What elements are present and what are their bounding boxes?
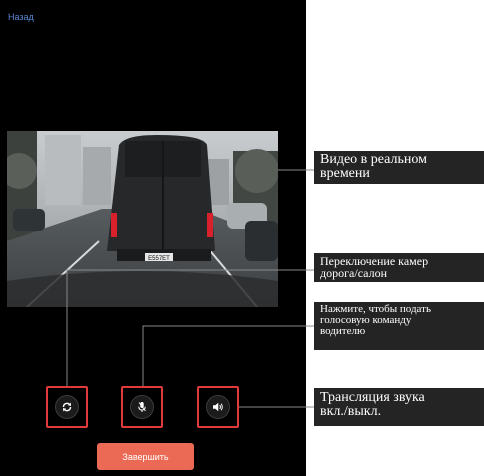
microphone-icon (138, 402, 146, 412)
live-video-feed[interactable]: Е557ЕТ (7, 131, 278, 307)
switch-camera-highlight (46, 386, 88, 428)
dashcam-scene: Е557ЕТ (7, 131, 278, 307)
audio-toggle-button[interactable] (206, 395, 230, 419)
callout-voice-command-text: Нажмите, чтобы подать голосовую команду … (320, 303, 431, 337)
callout-camera-switch-text: Переключение камер дорога/салон (320, 254, 429, 280)
audio-toggle-highlight (197, 386, 239, 428)
callout-voice-command: Нажмите, чтобы подать голосовую команду … (314, 302, 484, 350)
callout-audio-toggle: Трансляция звука вкл./выкл. (314, 388, 484, 426)
rotate-camera-icon (62, 402, 72, 412)
callout-live-video-text: Видео в реальном времени (320, 152, 427, 181)
speaker-icon (213, 402, 223, 412)
voice-command-highlight (121, 386, 163, 428)
license-plate-text: Е557ЕТ (148, 256, 170, 262)
back-link[interactable]: Назад (8, 12, 34, 22)
callout-camera-switch: Переключение камер дорога/салон (314, 253, 484, 282)
switch-camera-button[interactable] (55, 395, 79, 419)
callout-audio-toggle-text: Трансляция звука вкл./выкл. (320, 390, 425, 419)
finish-button[interactable]: Завершить (97, 443, 194, 470)
white-van: Е557ЕТ (107, 135, 215, 262)
phone-screen: Назад Е557ЕТ Завершить (0, 0, 306, 476)
dashboard (7, 271, 278, 307)
voice-command-button[interactable] (130, 395, 154, 419)
callout-live-video: Видео в реальном времени (314, 151, 484, 184)
